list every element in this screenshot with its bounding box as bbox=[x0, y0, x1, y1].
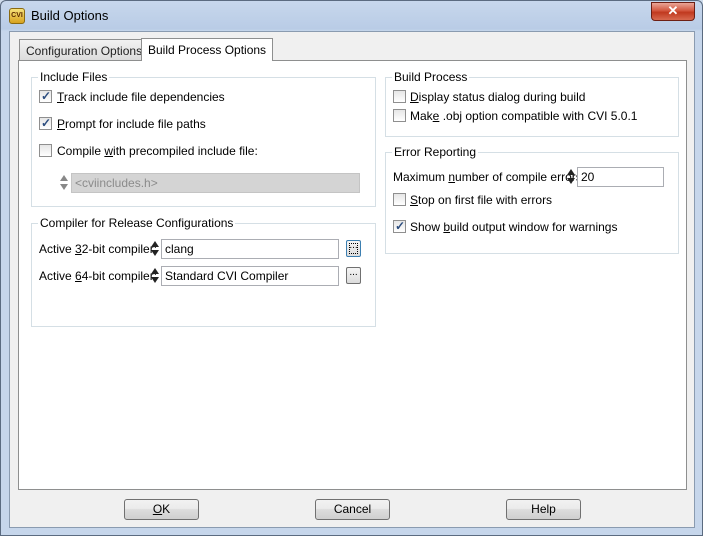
compiler-release-legend: Compiler for Release Configurations bbox=[38, 216, 236, 230]
build-process-options-panel: Include Files Track include file depende… bbox=[18, 60, 687, 490]
precompiled-checkbox[interactable] bbox=[39, 144, 52, 157]
precompiled-label[interactable]: Compile with precompiled include file: bbox=[57, 144, 258, 158]
track-dependencies-label[interactable]: Track include file dependencies bbox=[57, 90, 225, 104]
prompt-paths-label[interactable]: Prompt for include file paths bbox=[57, 117, 206, 131]
max-errors-spinner[interactable] bbox=[567, 167, 576, 186]
track-dependencies-checkbox[interactable] bbox=[39, 89, 52, 103]
max-errors-field[interactable]: 20 bbox=[577, 167, 664, 187]
make-obj-label[interactable]: Make .obj option compatible with CVI 5.0… bbox=[410, 109, 637, 123]
active-64bit-field[interactable]: Standard CVI Compiler bbox=[161, 266, 339, 286]
cancel-button[interactable]: Cancel bbox=[315, 499, 390, 520]
show-output-checkbox[interactable] bbox=[393, 219, 406, 233]
dialog-client-area: Configuration Options Build Process Opti… bbox=[9, 31, 695, 528]
ok-button[interactable]: OK bbox=[124, 499, 199, 520]
build-process-legend: Build Process bbox=[392, 70, 470, 84]
tab-build-process-options[interactable]: Build Process Options bbox=[141, 38, 274, 61]
tab-configuration-options[interactable]: Configuration Options bbox=[19, 39, 150, 60]
window-title: Build Options bbox=[31, 8, 109, 23]
active-32bit-browse-button[interactable]: ... bbox=[346, 240, 361, 257]
show-output-label[interactable]: Show build output window for warnings bbox=[410, 220, 617, 234]
max-errors-label: Maximum number of compile errors: bbox=[393, 170, 586, 184]
help-button[interactable]: Help bbox=[506, 499, 581, 520]
title-bar[interactable]: CVI Build Options ✕ bbox=[1, 1, 702, 31]
close-button[interactable]: ✕ bbox=[651, 2, 695, 21]
error-reporting-legend: Error Reporting bbox=[392, 145, 479, 159]
precompiled-file-spinner bbox=[60, 173, 69, 192]
active-32bit-field[interactable]: clang bbox=[161, 239, 339, 259]
prompt-paths-checkbox[interactable] bbox=[39, 116, 52, 130]
stop-first-checkbox[interactable] bbox=[393, 193, 406, 206]
cvi-app-icon: CVI bbox=[9, 8, 25, 24]
include-files-group: Include Files Track include file depende… bbox=[31, 70, 376, 207]
active-32bit-label: Active 32-bit compiler: bbox=[39, 242, 158, 256]
precompiled-file-field: <cviincludes.h> bbox=[71, 173, 360, 193]
build-options-window: CVI Build Options ✕ Configuration Option… bbox=[0, 0, 703, 536]
make-obj-checkbox[interactable] bbox=[393, 109, 406, 122]
active-64bit-browse-button[interactable]: ... bbox=[346, 267, 361, 284]
include-files-legend: Include Files bbox=[38, 70, 110, 84]
compiler-release-group: Compiler for Release Configurations Acti… bbox=[31, 216, 376, 327]
active-64bit-spinner[interactable] bbox=[151, 266, 160, 285]
display-status-label[interactable]: Display status dialog during build bbox=[410, 90, 585, 104]
build-process-group: Build Process Display status dialog duri… bbox=[385, 70, 679, 137]
close-icon: ✕ bbox=[667, 3, 679, 18]
active-64bit-label: Active 64-bit compiler: bbox=[39, 269, 158, 283]
active-32bit-spinner[interactable] bbox=[151, 239, 160, 258]
display-status-checkbox[interactable] bbox=[393, 90, 406, 103]
error-reporting-group: Error Reporting Maximum number of compil… bbox=[385, 145, 679, 254]
stop-first-label[interactable]: Stop on first file with errors bbox=[410, 193, 552, 207]
